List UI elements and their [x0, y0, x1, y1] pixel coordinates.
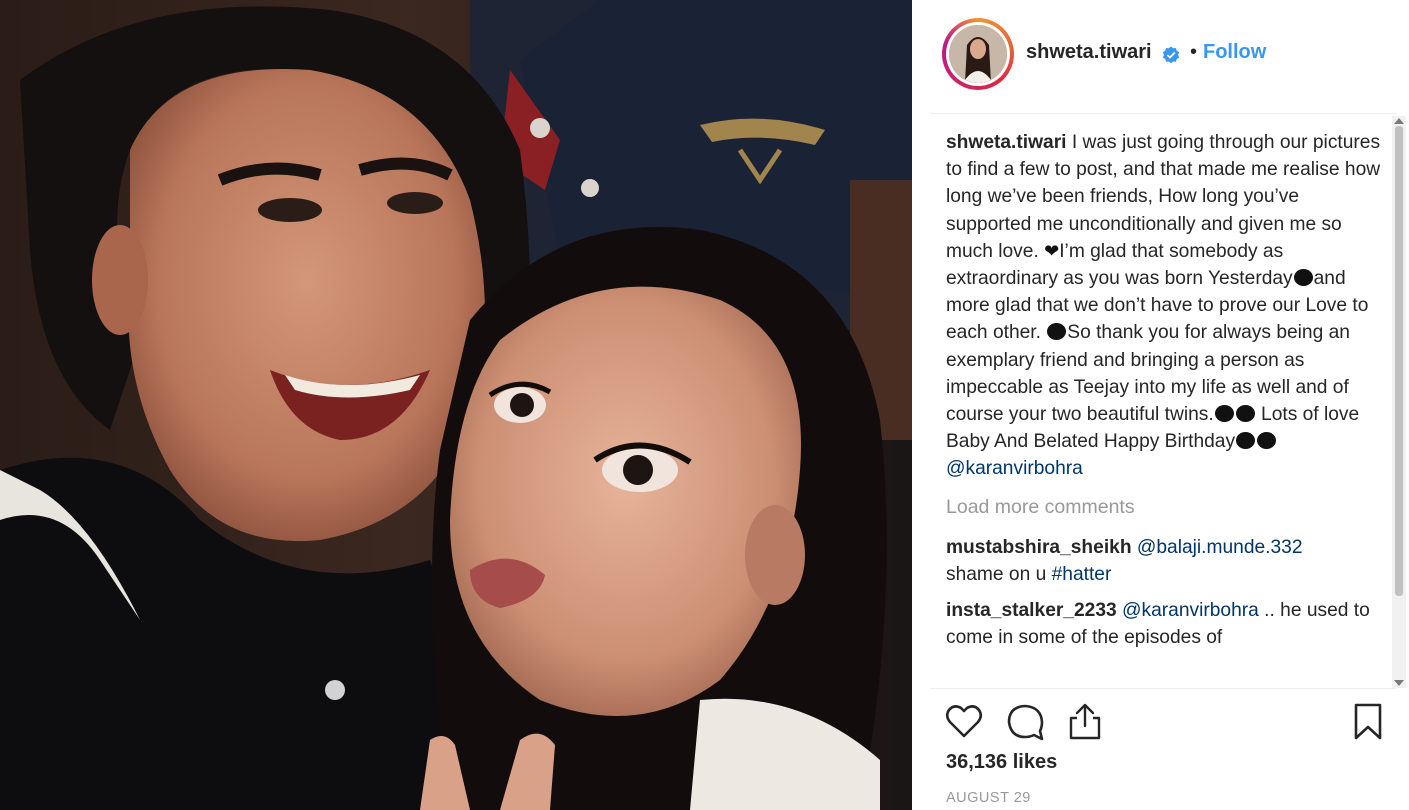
comment-mention[interactable]: @balaji.munde.332	[1137, 537, 1303, 558]
actions-divider	[930, 688, 1396, 689]
follow-button[interactable]: Follow	[1203, 41, 1266, 64]
avatar[interactable]	[942, 18, 1014, 90]
comment-bubble-icon[interactable]	[1004, 700, 1048, 744]
likes-count[interactable]: 36,136 likes	[946, 751, 1057, 774]
avatar-image	[949, 25, 1007, 83]
caption-mention[interactable]: @karanvirbohra	[946, 458, 1083, 479]
scroll-up-arrow-icon[interactable]	[1394, 118, 1404, 124]
share-icon[interactable]	[1063, 700, 1107, 744]
bookmark-icon[interactable]	[1346, 700, 1390, 744]
heart-emoji-icon: ❤	[1044, 240, 1060, 261]
comments-section[interactable]: shweta.tiwari I was just going through o…	[946, 118, 1386, 688]
post-header: shweta.tiwari • Follow	[912, 0, 1409, 112]
load-more-comments-button[interactable]: Load more comments	[946, 494, 1386, 521]
verified-badge-icon	[1162, 46, 1180, 64]
caption-username[interactable]: shweta.tiwari	[946, 132, 1067, 153]
emoji-icon	[1257, 432, 1277, 450]
comment-mention[interactable]: @karanvirbohra	[1122, 600, 1259, 621]
post-photo	[0, 0, 912, 810]
header-divider	[930, 113, 1396, 114]
comment-hashtag[interactable]: #hatter	[1052, 564, 1112, 585]
scrollbar-thumb[interactable]	[1395, 126, 1403, 596]
post-side-panel: shweta.tiwari • Follow shweta.tiwari I w…	[912, 0, 1409, 810]
selfie-photo-illustration	[0, 0, 912, 810]
post-author-username[interactable]: shweta.tiwari	[1026, 41, 1152, 64]
post-caption: shweta.tiwari I was just going through o…	[946, 129, 1386, 483]
post-date[interactable]: AUGUST 29	[946, 790, 1031, 806]
emoji-icon	[1236, 432, 1256, 450]
comment-item: mustabshira_sheikh @balaji.munde.332 sha…	[946, 534, 1386, 588]
comment-text: shame on u	[946, 563, 1052, 585]
emoji-icon	[1235, 405, 1255, 423]
comment-username[interactable]: insta_stalker_2233	[946, 600, 1117, 621]
emoji-icon	[1214, 405, 1234, 423]
post-actions-bar	[912, 700, 1409, 746]
separator-dot: •	[1190, 41, 1198, 63]
heart-outline-icon[interactable]	[942, 700, 986, 744]
emoji-icon	[1047, 323, 1067, 341]
comments-scrollbar[interactable]	[1392, 116, 1406, 688]
comment-username[interactable]: mustabshira_sheikh	[946, 537, 1132, 558]
emoji-icon	[1293, 269, 1313, 287]
comment-item: insta_stalker_2233 @karanvirbohra .. he …	[946, 597, 1386, 651]
scroll-down-arrow-icon[interactable]	[1394, 680, 1404, 686]
